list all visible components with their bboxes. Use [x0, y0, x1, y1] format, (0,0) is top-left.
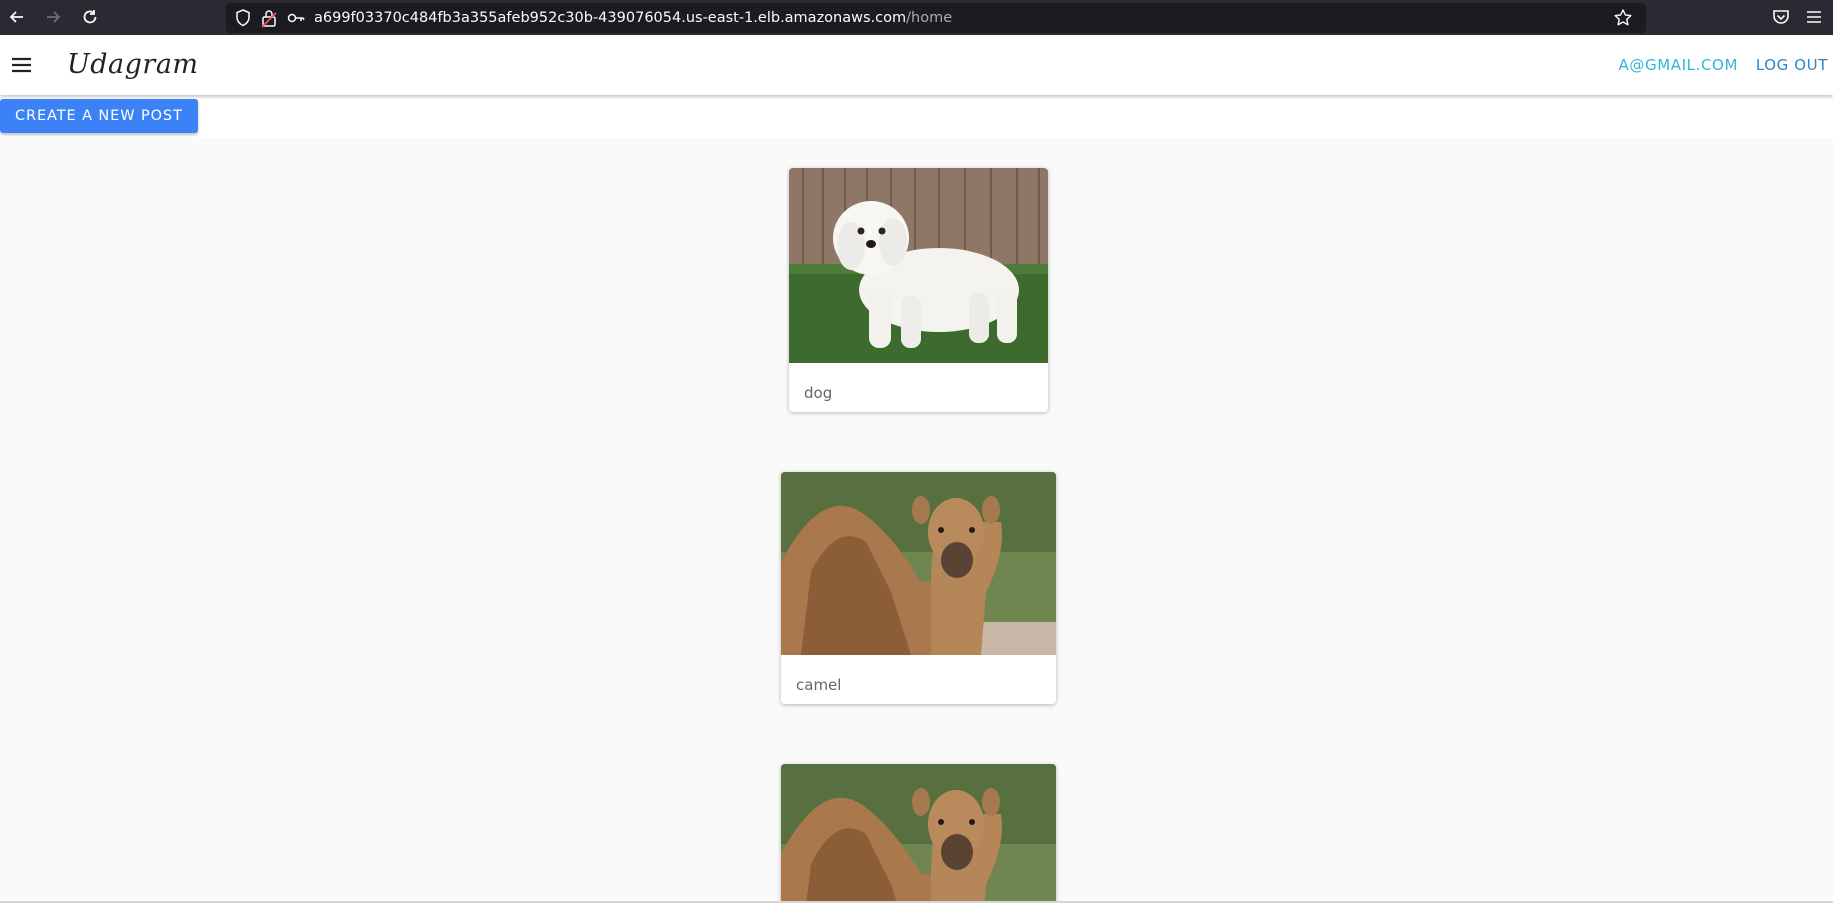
user-email-link[interactable]: A@GMAIL.COM [1619, 56, 1738, 74]
post-card: camel [781, 472, 1056, 704]
post-image-camel [781, 764, 1056, 903]
reload-icon[interactable] [79, 6, 101, 28]
forward-arrow-icon[interactable] [42, 6, 64, 28]
address-bar[interactable]: a699f03370c484fb3a355afeb952c30b-4390760… [226, 3, 1646, 33]
shield-icon[interactable] [233, 7, 253, 29]
browser-toolbar: a699f03370c484fb3a355afeb952c30b-4390760… [0, 0, 1833, 35]
key-icon[interactable] [286, 7, 306, 29]
toolbar-row: CREATE A NEW POST [0, 95, 1833, 138]
url-text[interactable]: a699f03370c484fb3a355afeb952c30b-4390760… [314, 8, 952, 28]
post-card: dog [789, 168, 1048, 412]
hamburger-menu-icon[interactable] [1802, 6, 1826, 28]
url-path: /home [906, 10, 953, 26]
app-header: Udagram A@GMAIL.COM LOG OUT [0, 35, 1833, 95]
url-host: a699f03370c484fb3a355afeb952c30b-4390760… [314, 10, 907, 26]
back-arrow-icon[interactable] [6, 6, 28, 28]
logout-link[interactable]: LOG OUT [1756, 56, 1828, 74]
lock-icon[interactable] [259, 7, 279, 29]
create-post-button[interactable]: CREATE A NEW POST [0, 99, 198, 133]
pocket-icon[interactable] [1770, 6, 1792, 28]
post-caption: camel [796, 676, 842, 694]
menu-icon[interactable] [10, 53, 34, 77]
post-card [781, 764, 1056, 903]
post-caption: dog [804, 384, 833, 402]
bookmark-star-icon[interactable] [1612, 7, 1634, 29]
post-image-dog [789, 168, 1048, 363]
brand-logo[interactable]: Udagram [67, 49, 199, 80]
post-image-camel [781, 472, 1056, 655]
